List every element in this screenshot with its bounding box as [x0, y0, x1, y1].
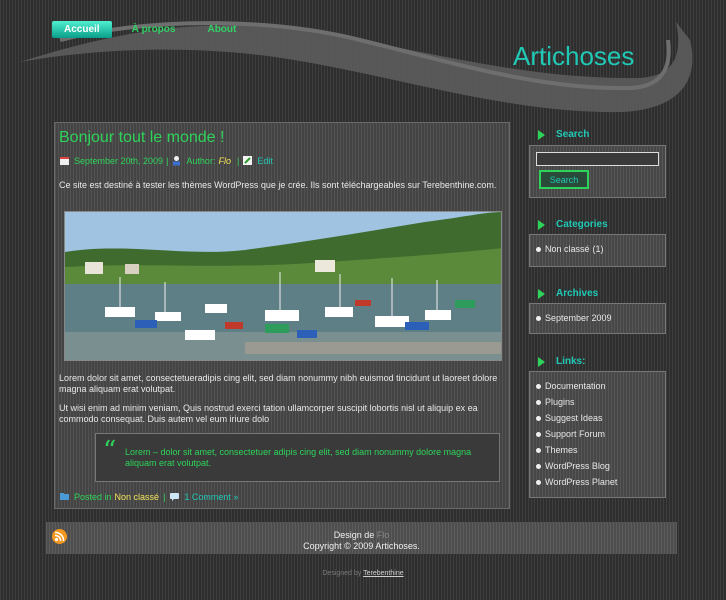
quote-text: Lorem – dolor sit amet, consectetuer adi…: [125, 447, 472, 468]
blockquote: “ Lorem – dolor sit amet, consectetuer a…: [95, 433, 500, 482]
category-count: (1): [592, 244, 604, 254]
link-support-forum[interactable]: Support Forum: [545, 429, 605, 439]
list-item[interactable]: Non classé (1): [536, 241, 665, 257]
bullet-icon: [536, 315, 541, 321]
footer-copyright: Copyright © 2009 Artichoses.: [303, 541, 420, 551]
list-item[interactable]: WordPress Blog: [536, 458, 665, 474]
edit-link[interactable]: Edit: [257, 156, 273, 166]
search-widget-title: Search: [538, 129, 589, 140]
search-title-text: Search: [556, 129, 590, 140]
theme-credit: Designed by Terebenthine: [0, 570, 726, 577]
bullet-icon: [536, 383, 541, 389]
bullet-icon: [536, 399, 541, 405]
arrow-icon: [538, 288, 545, 299]
categories-title-text: Categories: [556, 219, 608, 230]
main-nav: Accueil À propos About: [52, 21, 256, 38]
bullet-icon: [536, 447, 541, 453]
list-item[interactable]: Support Forum: [536, 426, 665, 442]
archives-widget-title: Archives: [538, 288, 598, 299]
arrow-icon: [538, 129, 545, 140]
author-icon: [171, 155, 182, 166]
links-widget-title: Links:: [538, 356, 585, 367]
bullet-icon: [536, 479, 541, 485]
archive-link[interactable]: September 2009: [545, 313, 612, 323]
site-title[interactable]: Artichoses: [513, 41, 634, 72]
link-wordpress-blog[interactable]: WordPress Blog: [545, 461, 610, 471]
archives-widget: September 2009: [529, 303, 666, 334]
post-container: Bonjour tout le monde ! September 20th, …: [54, 122, 510, 509]
harbor-photo: [64, 211, 502, 361]
link-themes[interactable]: Themes: [545, 445, 578, 455]
folder-icon: [59, 491, 70, 502]
post-title[interactable]: Bonjour tout le monde !: [59, 129, 224, 147]
comments-link[interactable]: 1 Comment »: [184, 492, 238, 502]
link-documentation[interactable]: Documentation: [545, 381, 606, 391]
list-item[interactable]: Suggest Ideas: [536, 410, 665, 426]
bullet-icon: [536, 431, 541, 437]
nav-accueil[interactable]: Accueil: [52, 21, 112, 38]
arrow-icon: [538, 356, 545, 367]
list-item[interactable]: Themes: [536, 442, 665, 458]
post-date: September 20th, 2009: [74, 155, 164, 166]
quote-icon: “: [103, 436, 117, 466]
list-item[interactable]: Plugins: [536, 394, 665, 410]
categories-widget: Non classé (1): [529, 234, 666, 267]
nav-a-propos[interactable]: À propos: [120, 21, 188, 38]
terebenthine-link[interactable]: Terebenthine: [363, 570, 403, 577]
post-footer: Posted in Non classé | 1 Comment »: [59, 491, 238, 502]
post-paragraph-1: Ce site est destiné à tester les thèmes …: [59, 180, 497, 190]
link-suggest-ideas[interactable]: Suggest Ideas: [545, 413, 603, 423]
comment-icon: [169, 491, 180, 502]
post-author[interactable]: Flo: [218, 156, 231, 166]
designer-link[interactable]: Flo: [377, 530, 390, 540]
calendar-icon: [59, 155, 70, 166]
search-widget: Search: [529, 145, 666, 198]
search-button[interactable]: Search: [539, 170, 589, 189]
post-meta: September 20th, 2009 | Author: Flo | Edi…: [59, 155, 273, 166]
archives-title-text: Archives: [556, 288, 599, 299]
categories-widget-title: Categories: [538, 219, 608, 230]
edit-icon: [242, 155, 253, 166]
bullet-icon: [536, 246, 541, 252]
footer-design-line: Design de Flo: [46, 530, 677, 540]
arrow-icon: [538, 219, 545, 230]
bullet-icon: [536, 415, 541, 421]
links-title-text: Links:: [556, 356, 586, 367]
nav-about[interactable]: About: [195, 21, 248, 38]
list-item[interactable]: Documentation: [536, 378, 665, 394]
designed-by-text: Designed by: [322, 570, 362, 577]
posted-in-label: Posted in: [74, 491, 112, 502]
post-paragraph-2: Lorem dolor sit amet, consectetueradipis…: [59, 373, 498, 394]
bullet-icon: [536, 463, 541, 469]
list-item[interactable]: September 2009: [536, 310, 665, 326]
link-plugins[interactable]: Plugins: [545, 397, 575, 407]
list-item[interactable]: WordPress Planet: [536, 474, 665, 490]
category-name[interactable]: Non classé: [545, 244, 590, 254]
author-label: Author:: [186, 155, 216, 166]
page-footer: Design de Flo Copyright © 2009 Artichose…: [46, 522, 677, 554]
design-by-text: Design de: [333, 530, 375, 540]
links-widget: Documentation Plugins Suggest Ideas Supp…: [529, 371, 666, 498]
category-link[interactable]: Non classé: [115, 492, 160, 502]
search-input[interactable]: [536, 152, 659, 166]
post-paragraph-3: Ut wisi enim ad minim veniam, Quis nostr…: [59, 403, 478, 424]
link-wordpress-planet[interactable]: WordPress Planet: [545, 477, 617, 487]
